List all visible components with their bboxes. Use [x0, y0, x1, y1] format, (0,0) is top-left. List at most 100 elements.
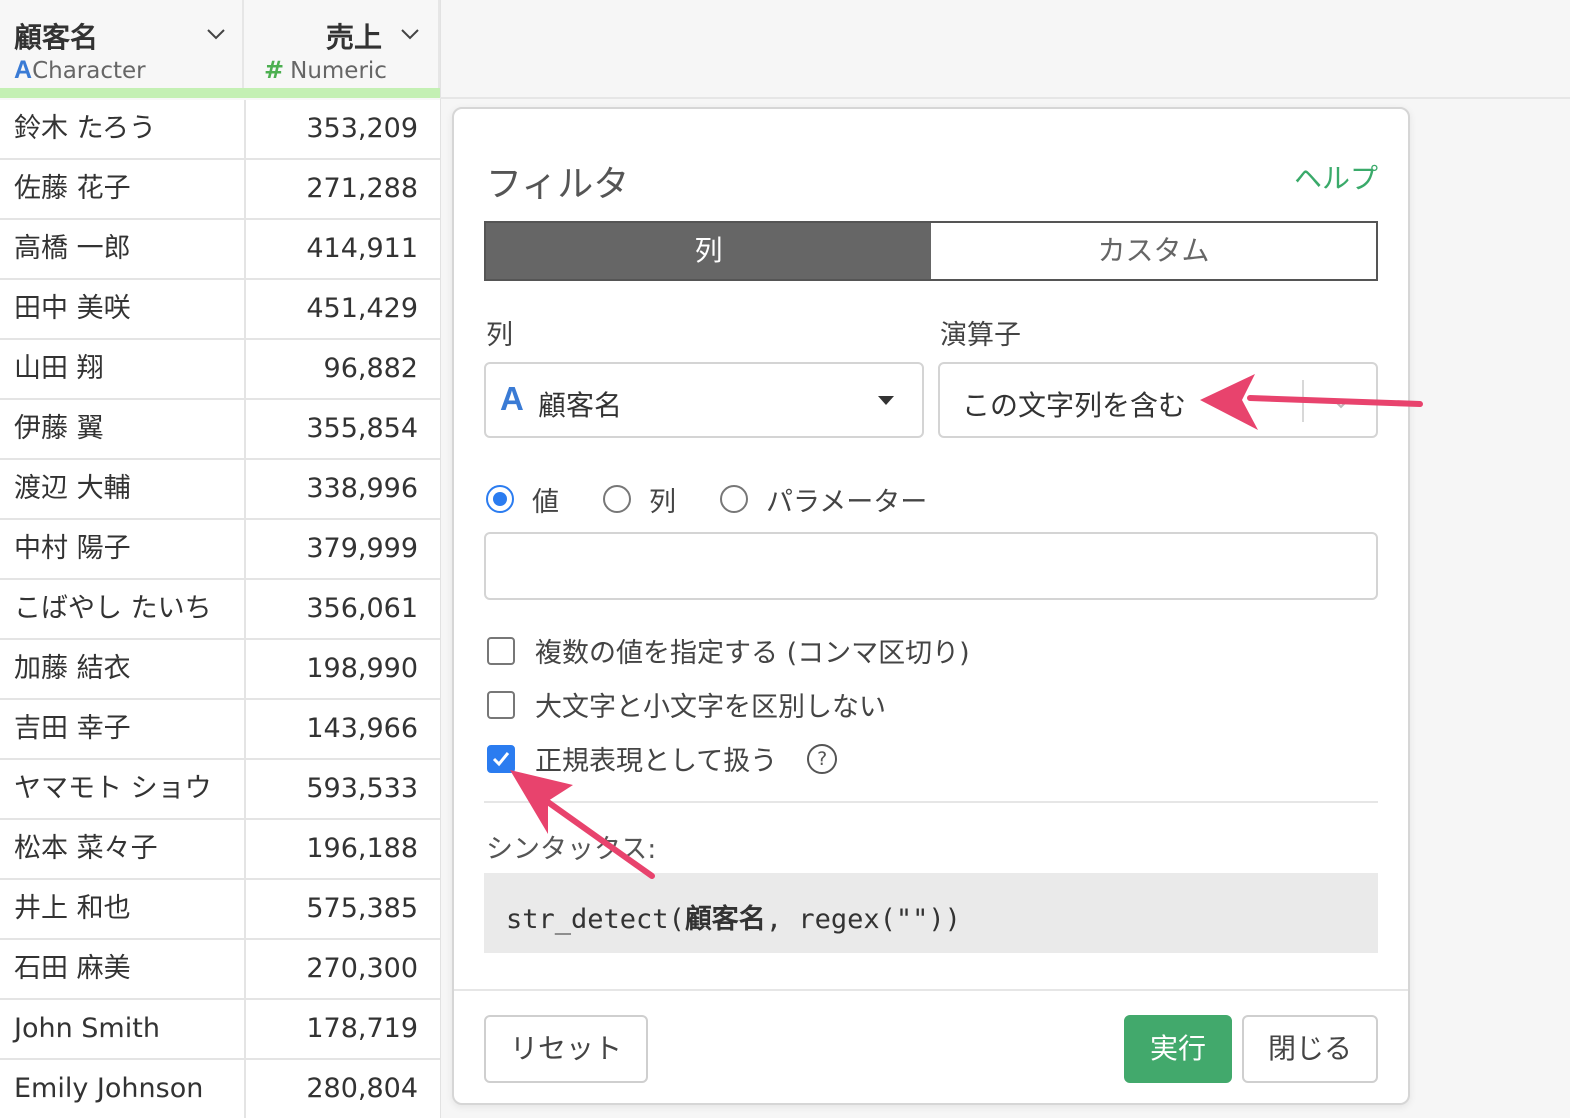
run-button[interactable]: 実行	[1124, 1015, 1232, 1083]
character-type-icon: A	[500, 380, 524, 417]
cell-customer-name: 山田 翔	[14, 353, 104, 384]
column-select-value: 顧客名	[538, 389, 623, 422]
radio-button[interactable]	[720, 485, 748, 513]
table-row: Emily Johnson 280,804	[0, 1060, 440, 1118]
operator-select-value: この文字列を含む	[962, 389, 1187, 422]
column-name: 顧客名	[14, 21, 99, 54]
table-row: 田中 美咲 451,429	[0, 280, 440, 340]
cell-customer-name: Emily Johnson	[14, 1073, 204, 1104]
radio-value[interactable]: 値	[486, 480, 559, 519]
table-row: 鈴木 たろう 353,209	[0, 100, 440, 160]
column-header-customer-name[interactable]: 顧客名 ACharacter	[0, 0, 244, 88]
cell-customer-name: 中村 陽子	[14, 533, 131, 564]
cell-customer-name: 井上 和也	[14, 893, 131, 924]
cell-customer-name: こばやし たいち	[14, 593, 212, 624]
cell-customer-name: 鈴木 たろう	[14, 113, 156, 144]
value-source-radio-group: 値 列 パラメーター	[486, 480, 971, 519]
column-header-sales[interactable]: 売上 # Numeric	[244, 0, 440, 88]
table-row: 吉田 幸子 143,966	[0, 700, 440, 760]
syntax-column: 顧客名	[684, 904, 766, 935]
radio-parameter[interactable]: パラメーター	[720, 480, 927, 519]
cell-sales: 356,061	[244, 580, 440, 638]
cell-customer-name: 佐藤 花子	[14, 173, 131, 204]
radio-column[interactable]: 列	[603, 480, 676, 519]
numeric-type-icon: #	[264, 56, 285, 84]
cell-sales: 338,996	[244, 460, 440, 518]
cell-sales: 271,288	[244, 160, 440, 218]
chevron-down-icon[interactable]	[398, 22, 422, 46]
checkbox[interactable]	[487, 690, 515, 719]
syntax-code: str_detect(顧客名, regex(""))	[506, 897, 961, 936]
cell-sales: 593,533	[244, 760, 440, 818]
column-type: # Numeric	[264, 56, 387, 84]
table-row: 渡辺 大輔 338,996	[0, 460, 440, 520]
operator-select[interactable]: この文字列を含む	[938, 362, 1378, 438]
cell-sales: 451,429	[244, 280, 440, 338]
filter-dialog: フィルタ ヘルプ 列 カスタム 列 演算子 A 顧客名 この文字列を含む 値 列…	[452, 107, 1410, 1105]
column-name: 売上	[325, 21, 382, 54]
data-quality-bar	[0, 88, 440, 98]
footer-divider	[454, 989, 1408, 991]
cell-sales: 353,209	[244, 100, 440, 158]
radio-label: 値	[532, 486, 559, 518]
checkbox-regex[interactable]: 正規表現として扱う ?	[487, 739, 838, 778]
table-row: 井上 和也 575,385	[0, 880, 440, 940]
syntax-preview: str_detect(顧客名, regex(""))	[484, 873, 1378, 953]
syntax-suffix: , regex(""))	[765, 904, 961, 935]
table-row: 加藤 結衣 198,990	[0, 640, 440, 700]
table-body: 鈴木 たろう 353,209 佐藤 花子 271,288 高橋 一郎 414,911 田中 …	[0, 100, 440, 1118]
cell-sales: 355,854	[244, 400, 440, 458]
cell-customer-name: 石田 麻美	[14, 953, 131, 984]
table-row: 松本 菜々子 196,188	[0, 820, 440, 880]
close-button[interactable]: 閉じる	[1242, 1015, 1378, 1083]
dialog-title: フィルタ	[486, 164, 630, 205]
table-header: 顧客名 ACharacter 売上 # Numeric	[0, 0, 440, 100]
cell-sales: 379,999	[244, 520, 440, 578]
cell-sales: 96,882	[244, 340, 440, 398]
checkbox[interactable]	[487, 636, 515, 665]
radio-button[interactable]	[603, 485, 631, 513]
cell-sales: 575,385	[244, 880, 440, 938]
checkbox-label: 大文字と小文字を区別しない	[535, 692, 886, 723]
checkbox-multiple-values[interactable]: 複数の値を指定する (コンマ区切り)	[487, 631, 970, 670]
question-help-icon[interactable]: ?	[807, 743, 838, 774]
radio-button-selected[interactable]	[486, 485, 514, 513]
table-row: こばやし たいち 356,061	[0, 580, 440, 640]
cell-customer-name: 田中 美咲	[14, 293, 131, 324]
operator-label: 演算子	[940, 320, 1021, 351]
caret-down-icon	[878, 396, 894, 405]
checkbox-ignore-case[interactable]: 大文字と小文字を区別しない	[487, 685, 886, 724]
filter-value-input[interactable]	[484, 532, 1378, 600]
cell-sales: 414,911	[244, 220, 440, 278]
header-divider	[440, 97, 1570, 99]
data-table: 顧客名 ACharacter 売上 # Numeric 鈴木 たろう 353,209…	[0, 0, 440, 1118]
table-row: 佐藤 花子 271,288	[0, 160, 440, 220]
chevron-down-icon[interactable]	[204, 22, 228, 46]
syntax-prefix: str_detect(	[506, 904, 685, 935]
cell-sales: 196,188	[244, 820, 440, 878]
divider	[484, 801, 1378, 803]
column-label: 列	[486, 320, 513, 351]
checkbox-label: 正規表現として扱う	[535, 746, 778, 777]
table-row: 高橋 一郎 414,911	[0, 220, 440, 280]
cell-customer-name: 渡辺 大輔	[14, 473, 131, 504]
select-divider	[1302, 380, 1304, 422]
cell-sales: 198,990	[244, 640, 440, 698]
column-select[interactable]: A 顧客名	[484, 362, 924, 438]
table-row: 石田 麻美 270,300	[0, 940, 440, 1000]
chevron-down-icon	[1333, 399, 1349, 409]
cell-customer-name: 松本 菜々子	[14, 833, 158, 864]
tab-column[interactable]: 列	[486, 223, 931, 279]
help-link[interactable]: ヘルプ	[1294, 157, 1378, 197]
column-type-label: Character	[32, 58, 146, 84]
column-type: ACharacter	[14, 56, 146, 85]
cell-customer-name: 伊藤 翼	[14, 413, 104, 444]
checkbox-checked[interactable]	[487, 744, 515, 773]
reset-button[interactable]: リセット	[484, 1015, 648, 1083]
cell-sales: 280,804	[244, 1060, 440, 1118]
filter-mode-tabs: 列 カスタム	[484, 221, 1378, 281]
tab-custom[interactable]: カスタム	[931, 223, 1376, 279]
checkbox-label: 複数の値を指定する (コンマ区切り)	[535, 638, 970, 669]
table-row: ヤマモト ショウ 593,533	[0, 760, 440, 820]
cell-customer-name: ヤマモト ショウ	[14, 773, 212, 804]
